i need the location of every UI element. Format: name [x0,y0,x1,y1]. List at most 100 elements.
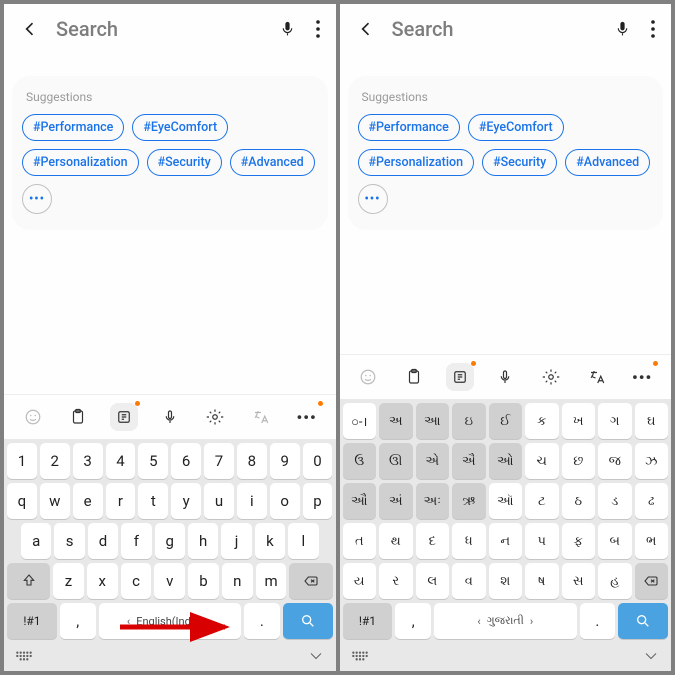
key-8[interactable]: 8 [237,443,267,479]
key-s[interactable]: s [54,523,84,559]
key[interactable]: એ [416,443,450,479]
key[interactable]: ર [379,563,413,599]
voice-icon[interactable] [156,403,184,431]
chip-eyecomfort[interactable]: #EyeComfort [132,114,228,141]
keyboard-handle-icon[interactable] [14,648,34,668]
key[interactable]: અ [379,403,413,439]
key[interactable]: ઉ [343,443,377,479]
key[interactable]: દ [416,523,450,559]
key-1[interactable]: 1 [7,443,37,479]
more-icon[interactable] [647,16,659,42]
search-key[interactable] [283,603,333,639]
chip-security[interactable]: #Security [147,149,222,176]
key[interactable]: ઐ [452,443,486,479]
key[interactable]: ઈ [489,403,523,439]
chip-more[interactable]: ••• [358,184,388,214]
period-key[interactable]: . [580,603,616,639]
key-9[interactable]: 9 [270,443,300,479]
translate-icon[interactable] [247,403,275,431]
key[interactable]: ગ [598,403,632,439]
key-l[interactable]: l [288,523,318,559]
toolbar-more-icon[interactable]: ••• [628,363,656,391]
search-input[interactable]: Search [56,17,263,41]
key[interactable]: ઘ [635,403,669,439]
chip-more[interactable]: ••• [22,184,52,214]
toolbar-more-icon[interactable]: ••• [293,403,321,431]
key-2[interactable]: 2 [40,443,70,479]
key[interactable]: ન [489,523,523,559]
chip-advanced[interactable]: #Advanced [230,149,315,176]
key[interactable]: ઑ [489,483,523,519]
key-d[interactable]: d [88,523,118,559]
chip-personalization[interactable]: #Personalization [358,149,475,176]
key[interactable]: છ [562,443,596,479]
key[interactable]: બ [598,523,632,559]
key[interactable]: ટ [525,483,559,519]
key-i[interactable]: i [237,483,267,519]
key[interactable]: હ [598,563,632,599]
key[interactable]: ષ [525,563,559,599]
key[interactable]: વ [452,563,486,599]
key-0[interactable]: 0 [303,443,333,479]
key-g[interactable]: g [155,523,185,559]
textedit-icon[interactable] [446,363,474,391]
period-key[interactable]: . [244,603,280,639]
chip-security[interactable]: #Security [482,149,557,176]
key[interactable]: અં [379,483,413,519]
key-a[interactable]: a [21,523,51,559]
key[interactable]: ફ [562,523,596,559]
key-5[interactable]: 5 [138,443,168,479]
chip-personalization[interactable]: #Personalization [22,149,139,176]
voice-icon[interactable] [491,363,519,391]
key-n[interactable]: n [222,563,253,599]
key[interactable]: ઢ [635,483,669,519]
key-p[interactable]: p [303,483,333,519]
key-z[interactable]: z [53,563,84,599]
key[interactable]: ઠ [562,483,596,519]
key-7[interactable]: 7 [204,443,234,479]
key[interactable]: શ [489,563,523,599]
key[interactable]: ક [525,403,559,439]
key[interactable]: આ [416,403,450,439]
chip-performance[interactable]: #Performance [22,114,124,141]
chip-performance[interactable]: #Performance [358,114,460,141]
key[interactable]: ધ [452,523,486,559]
key-f[interactable]: f [121,523,151,559]
key-w[interactable]: w [40,483,70,519]
space-key[interactable]: ‹ ગુજરાતી › [434,603,577,639]
key-3[interactable]: 3 [73,443,103,479]
key-y[interactable]: y [171,483,201,519]
symbols-key[interactable]: !#1 [343,603,393,639]
emoji-icon[interactable] [19,403,47,431]
mic-icon[interactable] [610,14,635,44]
key[interactable]: ઝ [635,443,669,479]
key[interactable]: જ [598,443,632,479]
key-j[interactable]: j [221,523,251,559]
key-u[interactable]: u [204,483,234,519]
back-icon[interactable] [352,15,380,43]
key[interactable]: ય [343,563,377,599]
settings-icon[interactable] [201,403,229,431]
key[interactable]: ભ [635,523,669,559]
key[interactable]: ઊ [379,443,413,479]
clipboard-icon[interactable] [400,363,428,391]
key[interactable]: થ [379,523,413,559]
collapse-keyboard-icon[interactable] [306,648,326,668]
key[interactable]: પ [525,523,559,559]
key-v[interactable]: v [154,563,185,599]
textedit-icon[interactable] [110,403,138,431]
key[interactable]: ઇ [452,403,486,439]
key[interactable]: ઔ [343,483,377,519]
key[interactable]: ત [343,523,377,559]
collapse-keyboard-icon[interactable] [641,648,661,668]
key-e[interactable]: e [73,483,103,519]
key-r[interactable]: r [106,483,136,519]
key-b[interactable]: b [188,563,219,599]
chip-eyecomfort[interactable]: #EyeComfort [468,114,564,141]
clipboard-icon[interactable] [64,403,92,431]
comma-key[interactable]: , [60,603,96,639]
search-key[interactable] [618,603,668,639]
key-h[interactable]: h [188,523,218,559]
translate-icon[interactable] [583,363,611,391]
key-6[interactable]: 6 [171,443,201,479]
